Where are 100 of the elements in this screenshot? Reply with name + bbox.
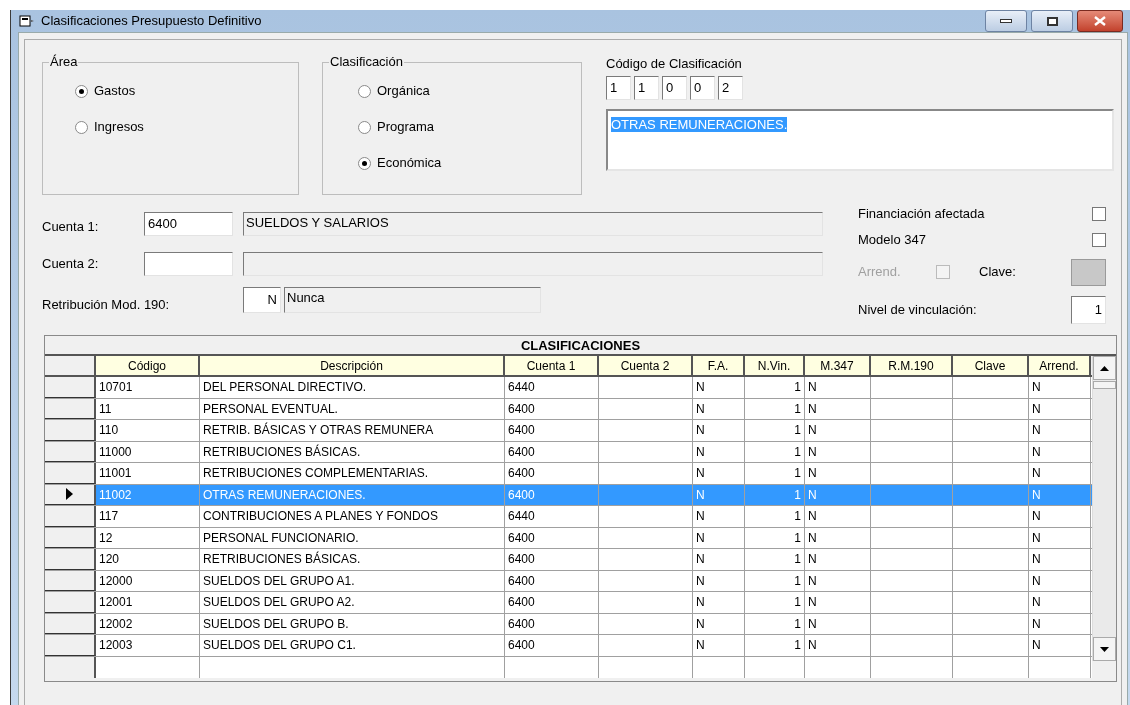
- table-cell: 6400: [505, 592, 599, 613]
- minimize-button[interactable]: [985, 10, 1027, 32]
- row-selector[interactable]: [45, 527, 96, 548]
- row-selector[interactable]: [45, 635, 96, 656]
- code-digit-field[interactable]: 1: [634, 76, 659, 100]
- cuenta-1-field[interactable]: 6400: [144, 212, 233, 236]
- row-selector[interactable]: [45, 570, 96, 591]
- row-selector[interactable]: [45, 377, 96, 398]
- scroll-up-button[interactable]: [1093, 356, 1116, 380]
- table-cell: N: [805, 484, 871, 505]
- checkbox[interactable]: [1092, 233, 1106, 247]
- column-header[interactable]: Cuenta 1: [505, 356, 599, 375]
- table-cell: 6400: [505, 463, 599, 484]
- table-cell: N: [1029, 484, 1091, 505]
- table-cell: 12002: [96, 613, 200, 634]
- row-selector[interactable]: [45, 506, 96, 527]
- radio-button[interactable]: [358, 120, 371, 134]
- scroll-down-button[interactable]: [1093, 637, 1116, 661]
- table-cell: 6400: [505, 484, 599, 505]
- table-cell: 1: [745, 527, 805, 548]
- row-selector[interactable]: [45, 441, 96, 462]
- table-cell: 12: [96, 527, 200, 548]
- table-cell: 1: [745, 506, 805, 527]
- table-row[interactable]: 12002 SUELDOS DEL GRUPO B. 6400 N 1 N N: [45, 613, 1092, 635]
- field-label: Nivel de vinculación:: [858, 301, 977, 320]
- table-cell: 6400: [505, 613, 599, 634]
- retribucion-code-field[interactable]: N: [243, 287, 281, 313]
- table-row[interactable]: 117 CONTRIBUCIONES A PLANES Y FONDOS 6440 N 1 N N: [45, 506, 1092, 528]
- radio-button[interactable]: [358, 84, 371, 98]
- table-cell: SUELDOS DEL GRUPO A2.: [200, 592, 505, 613]
- table-row[interactable]: 11001 RETRIBUCIONES COMPLEMENTARIAS. 6400 N 1 N N: [45, 463, 1092, 485]
- row-selector[interactable]: [45, 463, 96, 484]
- nivel-field[interactable]: 1: [1071, 296, 1106, 324]
- table-cell: N: [805, 527, 871, 548]
- code-digit-field[interactable]: 0: [690, 76, 715, 100]
- close-icon: [1094, 16, 1106, 26]
- row-selector[interactable]: [45, 420, 96, 441]
- radio-button[interactable]: [75, 120, 88, 134]
- row-selector[interactable]: [45, 398, 96, 419]
- column-header[interactable]: F.A.: [693, 356, 745, 375]
- table-row[interactable]: 10701 DEL PERSONAL DIRECTIVO. 6440 N 1 N N: [45, 377, 1092, 399]
- row-selector[interactable]: [45, 484, 96, 505]
- table-cell: 6400: [505, 420, 599, 441]
- row-selector[interactable]: [45, 656, 96, 678]
- table-cell: 10701: [96, 377, 200, 398]
- table-row[interactable]: 11000 RETRIBUCIONES BÁSICAS. 6400 N 1 N N: [45, 441, 1092, 463]
- table-row[interactable]: 12001 SUELDOS DEL GRUPO A2. 6400 N 1 N N: [45, 592, 1092, 614]
- table-cell: 12003: [96, 635, 200, 656]
- cuenta-2-field[interactable]: [144, 252, 233, 276]
- column-header[interactable]: M.347: [805, 356, 871, 375]
- column-header[interactable]: N.Vin.: [745, 356, 805, 375]
- radio-button[interactable]: [358, 156, 371, 170]
- table-cell: N: [805, 549, 871, 570]
- row-selector[interactable]: [45, 592, 96, 613]
- maximize-button[interactable]: [1031, 10, 1073, 32]
- table-cell: 117: [96, 506, 200, 527]
- down-arrow-icon: [1100, 646, 1109, 652]
- table-cell: 1: [745, 441, 805, 462]
- column-header[interactable]: Descripción: [200, 356, 505, 375]
- window-title: Clasificaciones Presupuesto Definitivo: [41, 12, 262, 31]
- table-cell: 6400: [505, 570, 599, 591]
- row-selector[interactable]: [45, 613, 96, 634]
- table-row[interactable]: 110 RETRIB. BÁSICAS Y OTRAS REMUNERA 6400 N 1 N N: [45, 420, 1092, 442]
- table-cell: 11000: [96, 441, 200, 462]
- radio-button[interactable]: [75, 84, 88, 98]
- table-row[interactable]: 12000 SUELDOS DEL GRUPO A1. 6400 N 1 N N: [45, 570, 1092, 592]
- code-digit-field[interactable]: 2: [718, 76, 743, 100]
- table-cell: N: [693, 635, 745, 656]
- table-row[interactable]: 12 PERSONAL FUNCIONARIO. 6400 N 1 N N: [45, 527, 1092, 549]
- table-cell: N: [1029, 377, 1091, 398]
- table-cell: 12001: [96, 592, 200, 613]
- table-cell: 1: [745, 484, 805, 505]
- checkbox[interactable]: [1092, 207, 1106, 221]
- column-header[interactable]: R.M.190: [871, 356, 953, 375]
- table-cell: 1: [745, 398, 805, 419]
- radio-label: Ingresos: [94, 118, 144, 137]
- clave-field[interactable]: [1071, 258, 1106, 286]
- column-header[interactable]: Cuenta 2: [599, 356, 693, 375]
- column-header[interactable]: Clave: [953, 356, 1029, 375]
- field-label: Cuenta 2:: [42, 255, 100, 274]
- table-row[interactable]: 120 RETRIBUCIONES BÁSICAS. 6400 N 1 N N: [45, 549, 1092, 571]
- table-cell: PERSONAL FUNCIONARIO.: [200, 527, 505, 548]
- code-digit-field[interactable]: 1: [606, 76, 631, 100]
- code-digit-field[interactable]: 0: [662, 76, 687, 100]
- table-cell: N: [693, 592, 745, 613]
- table-cell: N: [1029, 549, 1091, 570]
- table-row[interactable]: 11 PERSONAL EVENTUAL. 6400 N 1 N N: [45, 398, 1092, 420]
- column-header[interactable]: Arrend.: [1029, 356, 1091, 375]
- close-button[interactable]: [1077, 10, 1123, 32]
- codigo-label: Código de Clasificación: [606, 55, 743, 72]
- window-icon: [19, 14, 35, 28]
- scroll-thumb[interactable]: [1093, 381, 1116, 389]
- table-cell: 120: [96, 549, 200, 570]
- row-selector[interactable]: [45, 549, 96, 570]
- column-header[interactable]: Código: [96, 356, 200, 375]
- table-cell: 6400: [505, 635, 599, 656]
- radio-label: Orgánica: [377, 82, 430, 101]
- table-row[interactable]: 12003 SUELDOS DEL GRUPO C1. 6400 N 1 N N: [45, 635, 1092, 657]
- vertical-scrollbar[interactable]: [1092, 356, 1116, 661]
- table-cell: N: [805, 570, 871, 591]
